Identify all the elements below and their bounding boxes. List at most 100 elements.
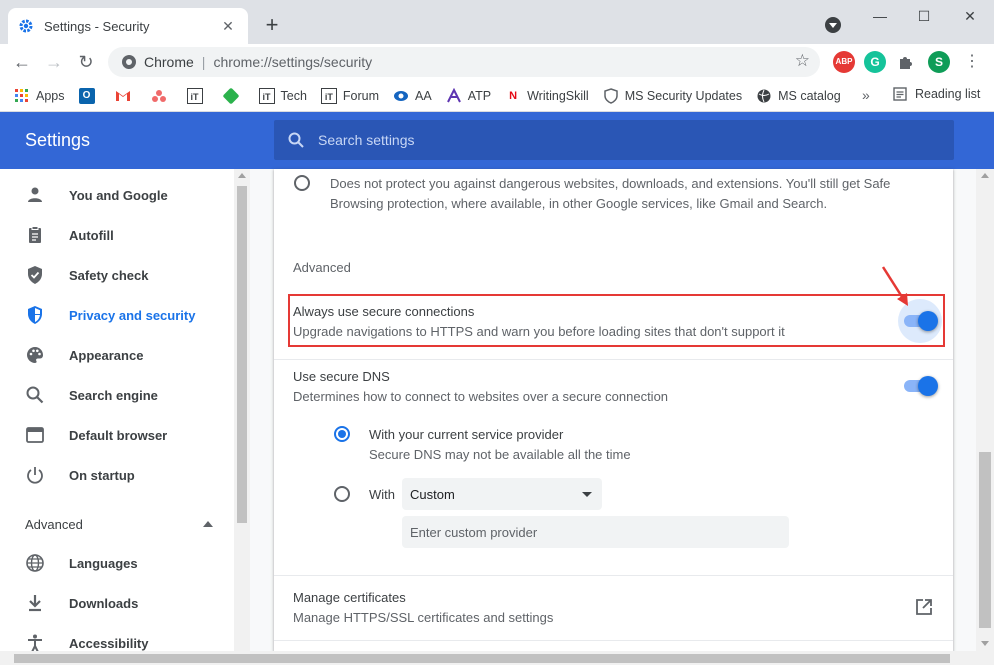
current-provider-title: With your current service provider [369,427,564,442]
omnibox-url[interactable]: chrome://settings/security [213,54,372,70]
main-scroll-thumb[interactable] [979,452,991,628]
with-label: With [369,487,395,502]
forward-button[interactable]: → [40,48,68,76]
chrome-menu-icon[interactable]: ⋮ [958,48,986,76]
reload-button[interactable]: ↻ [72,48,100,76]
bookmarks-overflow-button[interactable]: » [862,87,870,103]
sidebar-item-appearance[interactable]: Appearance [0,335,234,375]
sidebar-item-languages[interactable]: Languages [0,543,234,583]
secure-dns-description: Determines how to connect to websites ov… [293,389,669,404]
bookmark-forum[interactable]: iT Forum [320,87,380,104]
sidebar-item-label: Autofill [69,227,114,243]
browser-window-icon [26,427,44,443]
scroll-up-arrow-icon[interactable] [238,173,246,178]
bookmark-star-icon[interactable]: ☆ [795,51,810,71]
sidebar-item-privacy-and-security[interactable]: Privacy and security [0,295,234,335]
bookmark-aa[interactable]: AA [393,88,432,104]
search-settings-input[interactable]: Search settings [274,120,954,160]
sidebar-item-on-startup[interactable]: On startup [0,455,234,495]
sidebar-item-label: Downloads [69,595,139,611]
divider [274,575,953,576]
sidebar-item-accessibility[interactable]: Accessibility [0,623,234,651]
bookmarks-bar: Apps O iT iT Tech iT Forum AA ATP N Writ… [0,80,994,112]
search-icon [288,132,304,148]
scroll-down-arrow-icon[interactable] [981,641,989,646]
address-bar[interactable]: Chrome | chrome://settings/security ☆ [108,47,820,77]
bookmark-asana[interactable] [151,88,173,104]
external-link-icon[interactable] [915,598,933,616]
bookmark-label: MS catalog [778,88,841,103]
omnibox-separator: | [201,54,206,70]
bookmark-feedly[interactable] [222,87,245,104]
custom-provider-radio[interactable] [334,486,350,502]
advanced-heading: Advanced [293,260,351,275]
minimize-button[interactable]: — [860,6,900,28]
custom-provider-placeholder: Enter custom provider [410,524,538,540]
no-protection-description-line1: Does not protect you against dangerous w… [330,176,891,191]
bookmark-tech[interactable]: iT Tech [258,87,307,104]
custom-provider-input[interactable]: Enter custom provider [402,516,789,548]
extensions-puzzle-icon[interactable] [897,53,915,71]
bookmark-label: Forum [342,88,380,103]
search-placeholder: Search settings [318,132,415,148]
dns-provider-dropdown[interactable]: Custom [402,478,602,510]
sidebar-item-downloads[interactable]: Downloads [0,583,234,623]
no-protection-radio[interactable] [294,175,310,191]
sidebar-scroll-thumb[interactable] [237,186,247,523]
omnibox-chrome-label: Chrome [144,54,194,70]
person-icon [28,187,42,202]
bookmark-itechtics[interactable]: iT [186,87,209,104]
eye-icon [394,90,409,101]
bookmark-atp[interactable]: ATP [446,87,491,104]
tab-search-icon[interactable] [822,14,844,36]
secure-connections-toggle[interactable] [904,311,938,331]
sidebar-item-label: Search engine [69,387,158,403]
divider [274,359,953,360]
horizontal-scroll-thumb[interactable] [14,654,950,663]
settings-header: Settings Search settings [0,112,994,169]
search-icon [26,386,44,404]
sidebar-advanced-section[interactable]: Advanced [25,517,83,532]
bookmark-label: WritingSkill [527,88,589,103]
tab-settings-security[interactable]: Settings - Security ✕ [8,8,248,44]
sidebar-item-safety-check[interactable]: Safety check [0,255,234,295]
current-provider-radio[interactable] [334,426,350,442]
adblock-extension-icon[interactable]: ABP [833,51,855,73]
secure-dns-toggle[interactable] [904,376,938,396]
bookmark-apps[interactable]: Apps [14,88,65,104]
secure-dns-title: Use secure DNS [293,369,390,384]
sidebar-item-label: Privacy and security [69,307,196,323]
bookmark-ms-security-updates[interactable]: MS Security Updates [603,87,742,104]
window-close-button[interactable]: ✕ [950,6,990,28]
profile-avatar[interactable]: S [928,51,950,73]
current-provider-description: Secure DNS may not be available all the … [369,447,631,462]
maximize-button[interactable]: ☐ [904,6,944,28]
globe-icon [26,554,44,572]
back-button[interactable]: ← [8,48,36,76]
sidebar-item-label: Appearance [69,347,144,363]
collapse-caret-icon[interactable] [203,521,213,527]
palette-icon [27,347,43,363]
bookmark-ms-catalog[interactable]: MS catalog [756,88,841,104]
sidebar-item-default-browser[interactable]: Default browser [0,415,234,455]
gmail-icon [115,90,130,101]
secure-connections-description: Upgrade navigations to HTTPS and warn yo… [293,324,785,339]
bookmark-outlook[interactable]: O [78,87,101,104]
gear-icon [19,19,33,33]
toggle-knob [918,311,938,331]
red-arrow-annotation-icon [881,266,908,306]
bookmark-writingskill[interactable]: N WritingSkill [505,88,589,104]
reading-list-button[interactable]: Reading list [893,87,980,101]
sidebar-item-search-engine[interactable]: Search engine [0,375,234,415]
power-icon [27,467,43,484]
divider [274,640,953,641]
sidebar-item-you-and-google[interactable]: You and Google [0,175,234,215]
bookmark-gmail[interactable] [115,88,137,104]
browser-toolbar: ← → ↻ Chrome | chrome://settings/securit… [0,44,994,80]
new-tab-button[interactable]: + [258,12,286,40]
grammarly-extension-icon[interactable]: G [864,51,886,73]
sidebar-item-autofill[interactable]: Autofill [0,215,234,255]
scroll-up-arrow-icon[interactable] [981,173,989,178]
tab-title: Settings - Security [44,18,150,34]
tab-close-icon[interactable]: ✕ [218,18,238,35]
